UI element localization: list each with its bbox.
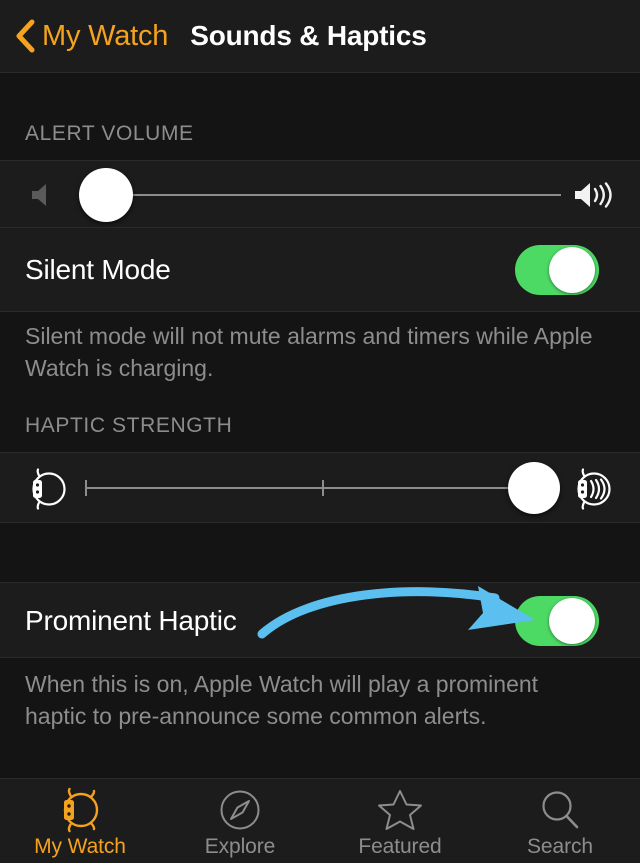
tab-search[interactable]: Search: [480, 779, 640, 863]
compass-icon: [220, 790, 260, 830]
tab-featured-icon-wrap: [377, 787, 423, 833]
prominent-haptic-cell[interactable]: Prominent Haptic: [0, 582, 640, 658]
silent-mode-label: Silent Mode: [25, 254, 171, 285]
haptic-strength-track[interactable]: [85, 487, 535, 489]
alert-volume-cell: [0, 160, 640, 228]
page-title: Sounds & Haptics: [190, 20, 427, 51]
tab-explore-label: Explore: [204, 835, 276, 858]
tab-featured-label: Featured: [358, 835, 442, 858]
haptic-tick-2: [322, 480, 324, 496]
tab-my-watch-icon-wrap: [58, 787, 102, 833]
star-icon: [378, 790, 422, 830]
alert-volume-thumb[interactable]: [79, 168, 133, 222]
tab-explore-icon-wrap: [219, 787, 261, 833]
tab-search-label: Search: [527, 835, 593, 858]
section-header-alert-volume: ALERT VOLUME: [25, 122, 194, 145]
back-button-label: My Watch: [42, 19, 169, 52]
apple-watch-icon: [63, 787, 99, 833]
tab-my-watch[interactable]: My Watch: [0, 779, 160, 863]
haptic-strength-cell: [0, 452, 640, 523]
watch-haptic-strong-icon: [577, 468, 611, 510]
silent-mode-toggle[interactable]: [515, 245, 599, 295]
chevron-left-icon: [16, 19, 35, 53]
tab-bar: My Watch Explore Featured Search: [0, 778, 640, 863]
tab-explore[interactable]: Explore: [160, 779, 320, 863]
silent-mode-cell[interactable]: Silent Mode: [0, 228, 640, 312]
speaker-high-icon: [575, 182, 612, 208]
watch-haptic-off-icon: [32, 468, 66, 510]
prominent-haptic-footer-note: When this is on, Apple Watch will play a…: [25, 671, 539, 729]
prominent-haptic-toggle[interactable]: [515, 596, 599, 646]
haptic-tick-1: [85, 480, 87, 496]
tab-featured[interactable]: Featured: [320, 779, 480, 863]
tab-search-icon-wrap: [539, 787, 581, 833]
magnifier-icon: [542, 791, 579, 829]
silent-mode-toggle-knob: [549, 247, 595, 293]
alert-volume-track[interactable]: [106, 194, 561, 196]
navigation-bar: My Watch Sounds & Haptics: [0, 0, 640, 73]
section-header-haptic-strength: HAPTIC STRENGTH: [25, 414, 233, 437]
haptic-strength-thumb[interactable]: [508, 462, 560, 514]
tab-my-watch-label: My Watch: [34, 835, 126, 858]
prominent-haptic-toggle-knob: [549, 598, 595, 644]
back-button[interactable]: My Watch: [14, 19, 168, 53]
app-screen: My Watch Sounds & Haptics ALERT VOLUME S…: [0, 0, 640, 863]
silent-mode-footer-note: Silent mode will not mute alarms and tim…: [25, 323, 593, 381]
prominent-haptic-label: Prominent Haptic: [25, 605, 237, 636]
speaker-low-icon: [32, 184, 46, 206]
